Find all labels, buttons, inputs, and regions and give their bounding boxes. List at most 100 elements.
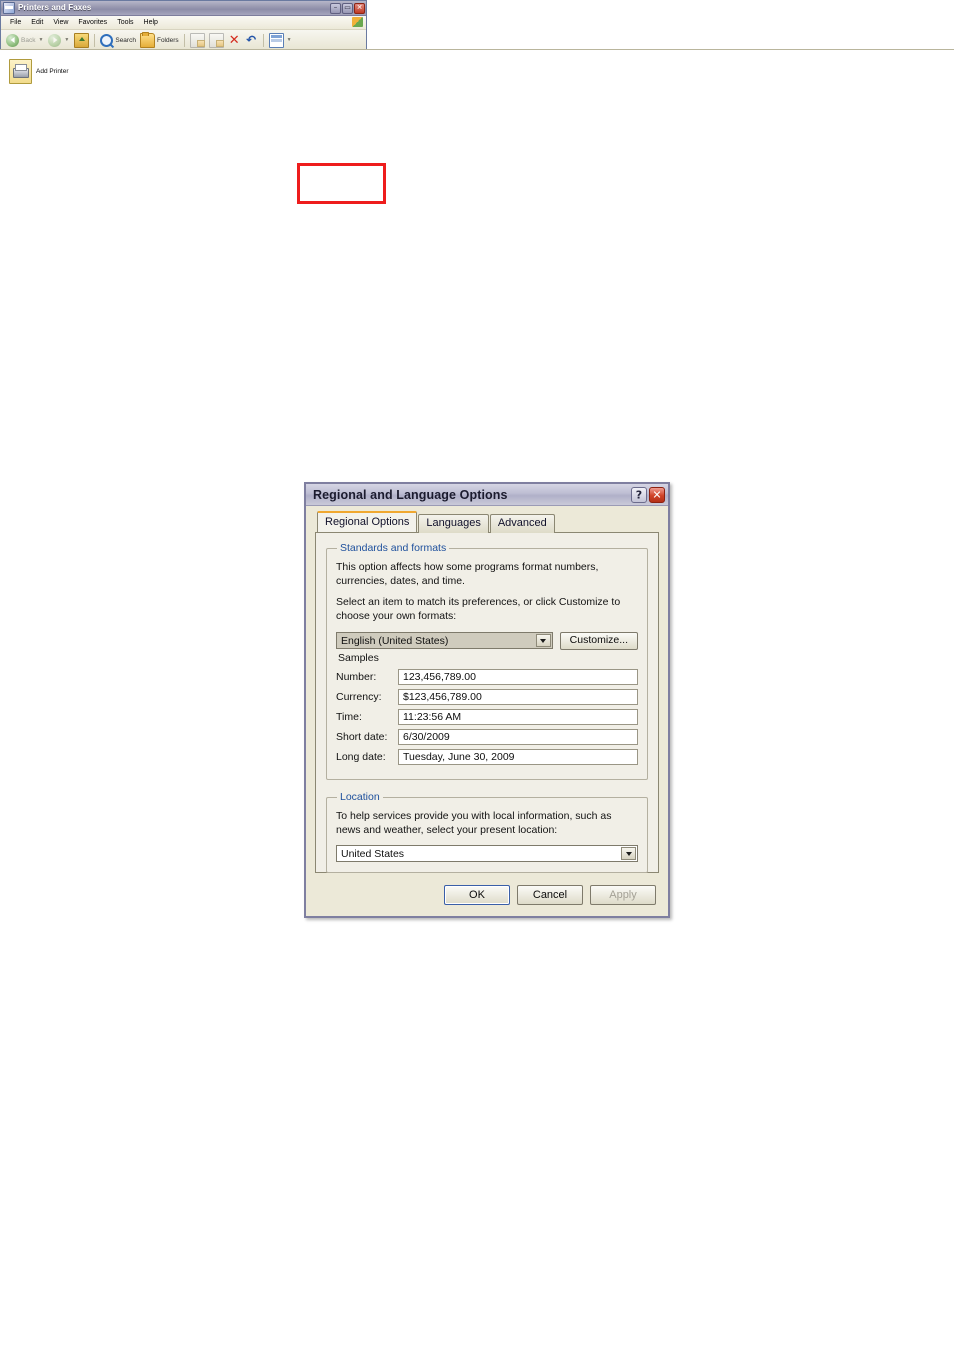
window-title: Printers and Faxes <box>18 3 92 12</box>
toolbar-move-to-button[interactable] <box>188 32 207 49</box>
window-controls: – ▭ ✕ <box>330 2 365 14</box>
menu-file[interactable]: File <box>5 19 26 26</box>
table-row: Time: 11:23:56 AM <box>336 709 638 729</box>
standards-description: This option affects how some programs fo… <box>336 561 599 587</box>
chevron-down-icon[interactable] <box>621 847 636 861</box>
menu-help[interactable]: Help <box>139 19 163 26</box>
toolbar-separator <box>262 33 264 47</box>
location-combobox[interactable]: United States <box>336 845 638 863</box>
table-row: Long date: Tuesday, June 30, 2009 <box>336 749 638 769</box>
standards-and-formats-group: Standards and formats This option affect… <box>326 542 648 781</box>
toolbar-folders-button[interactable]: Folders <box>138 31 181 49</box>
toolbar-folders-label: Folders <box>156 36 179 44</box>
list-item-add-printer[interactable]: Add Printer <box>9 58 87 84</box>
sample-value-long-date: Tuesday, June 30, 2009 <box>398 749 638 766</box>
menu-view[interactable]: View <box>48 19 73 26</box>
back-arrow-icon <box>6 33 19 47</box>
toolbar-copy-to-button[interactable] <box>207 32 226 49</box>
sample-value-time: 11:23:56 AM <box>398 709 638 726</box>
maximize-button[interactable]: ▭ <box>342 2 353 14</box>
annotation-highlight-box <box>297 163 386 204</box>
toolbar-undo-button[interactable]: ↶ <box>243 32 260 49</box>
chevron-down-icon: ▼ <box>286 37 292 43</box>
add-printer-label: Add Printer <box>36 67 69 75</box>
toolbar-up-button[interactable] <box>72 32 91 49</box>
toolbar-forward-button[interactable]: ▼ <box>46 32 72 49</box>
standards-instruction: Select an item to match its preferences,… <box>336 596 621 622</box>
chevron-down-icon: ▼ <box>64 37 70 43</box>
minimize-button[interactable]: – <box>330 2 341 14</box>
add-printer-icon <box>9 58 32 84</box>
toolbar: Back ▼ ▼ Search Folders ✕ ↶ ▼ <box>1 30 366 51</box>
toolbar-back-button[interactable]: Back ▼ <box>4 32 46 49</box>
toolbar-back-label: Back <box>21 36 36 44</box>
undo-icon: ↶ <box>246 32 257 47</box>
tabpanel-regional-options: Standards and formats This option affect… <box>315 532 659 874</box>
dialog-titlebar[interactable]: Regional and Language Options ? ✕ <box>306 484 668 506</box>
sample-label-long-date: Long date: <box>336 751 386 764</box>
move-to-icon <box>189 32 205 48</box>
tab-languages[interactable]: Languages <box>418 514 489 533</box>
minimize-icon: – <box>333 3 338 12</box>
table-row: Number: 123,456,789.00 <box>336 669 638 689</box>
tabstrip: Regional Options Languages Advanced <box>317 511 659 533</box>
toolbar-search-label: Search <box>115 36 136 44</box>
customize-button[interactable]: Customize... <box>559 631 638 651</box>
samples-table: Number: 123,456,789.00 Currency: $123,45… <box>336 669 638 769</box>
locale-combobox[interactable]: English (United States) <box>336 632 553 650</box>
location-description: To help services provide you with local … <box>336 810 612 836</box>
sample-value-number: 123,456,789.00 <box>398 669 638 686</box>
dialog-button-row: OK Cancel Apply <box>444 885 656 905</box>
dialog-title: Regional and Language Options <box>313 487 508 502</box>
menu-edit[interactable]: Edit <box>26 19 48 26</box>
location-group-legend: Location <box>340 791 380 804</box>
toolbar-separator <box>94 33 96 47</box>
standards-group-legend: Standards and formats <box>340 542 447 554</box>
menu-favorites[interactable]: Favorites <box>73 19 112 26</box>
up-folder-icon <box>74 32 90 48</box>
menu-tools[interactable]: Tools <box>112 19 138 26</box>
window-titlebar[interactable]: Printers and Faxes – ▭ ✕ <box>1 1 366 16</box>
delete-icon: ✕ <box>228 32 240 48</box>
folders-icon <box>139 31 155 48</box>
locale-row: English (United States) Customize... <box>336 631 638 651</box>
sample-label-time: Time: <box>336 711 362 724</box>
sample-label-number: Number: <box>336 671 377 684</box>
table-row: Short date: 6/30/2009 <box>336 729 638 749</box>
close-button[interactable]: ✕ <box>354 2 365 14</box>
sample-value-currency: $123,456,789.00 <box>398 689 638 706</box>
sample-value-short-date: 6/30/2009 <box>398 729 638 746</box>
forward-arrow-icon <box>48 33 62 47</box>
locale-value: English (United States) <box>341 634 449 647</box>
views-icon <box>268 32 284 48</box>
cancel-button[interactable]: Cancel <box>517 885 583 905</box>
toolbar-separator <box>183 33 185 47</box>
copy-to-icon <box>208 32 224 48</box>
toolbar-search-button[interactable]: Search <box>98 32 138 49</box>
ok-button[interactable]: OK <box>444 885 510 905</box>
samples-title: Samples <box>338 652 379 665</box>
folder-printers-icon <box>3 2 15 14</box>
chevron-down-icon: ▼ <box>38 37 44 43</box>
sample-label-short-date: Short date: <box>336 731 388 744</box>
dialog-close-button[interactable]: ✕ <box>649 486 665 503</box>
chevron-down-icon[interactable] <box>535 634 551 648</box>
toolbar-views-button[interactable]: ▼ <box>267 32 295 49</box>
tab-advanced[interactable]: Advanced <box>489 514 555 533</box>
menubar: File Edit View Favorites Tools Help <box>1 16 366 30</box>
table-row: Currency: $123,456,789.00 <box>336 689 638 709</box>
location-group: Location To help services provide you wi… <box>326 791 648 874</box>
regional-and-language-options-dialog: Regional and Language Options ? ✕ Region… <box>304 482 670 918</box>
dialog-body: Regional Options Languages Advanced Stan… <box>306 506 668 916</box>
search-icon <box>100 33 114 47</box>
location-row: United States <box>336 845 638 863</box>
windows-flag-icon <box>352 17 363 27</box>
toolbar-delete-button[interactable]: ✕ <box>226 32 243 49</box>
tab-regional-options[interactable]: Regional Options <box>317 511 418 532</box>
help-button[interactable]: ? <box>631 486 647 503</box>
location-value: United States <box>341 847 405 860</box>
sample-label-currency: Currency: <box>336 691 382 704</box>
close-icon: ✕ <box>356 3 363 12</box>
printers-and-faxes-window: Printers and Faxes – ▭ ✕ File Edit View … <box>0 0 954 1350</box>
maximize-icon: ▭ <box>344 3 351 12</box>
